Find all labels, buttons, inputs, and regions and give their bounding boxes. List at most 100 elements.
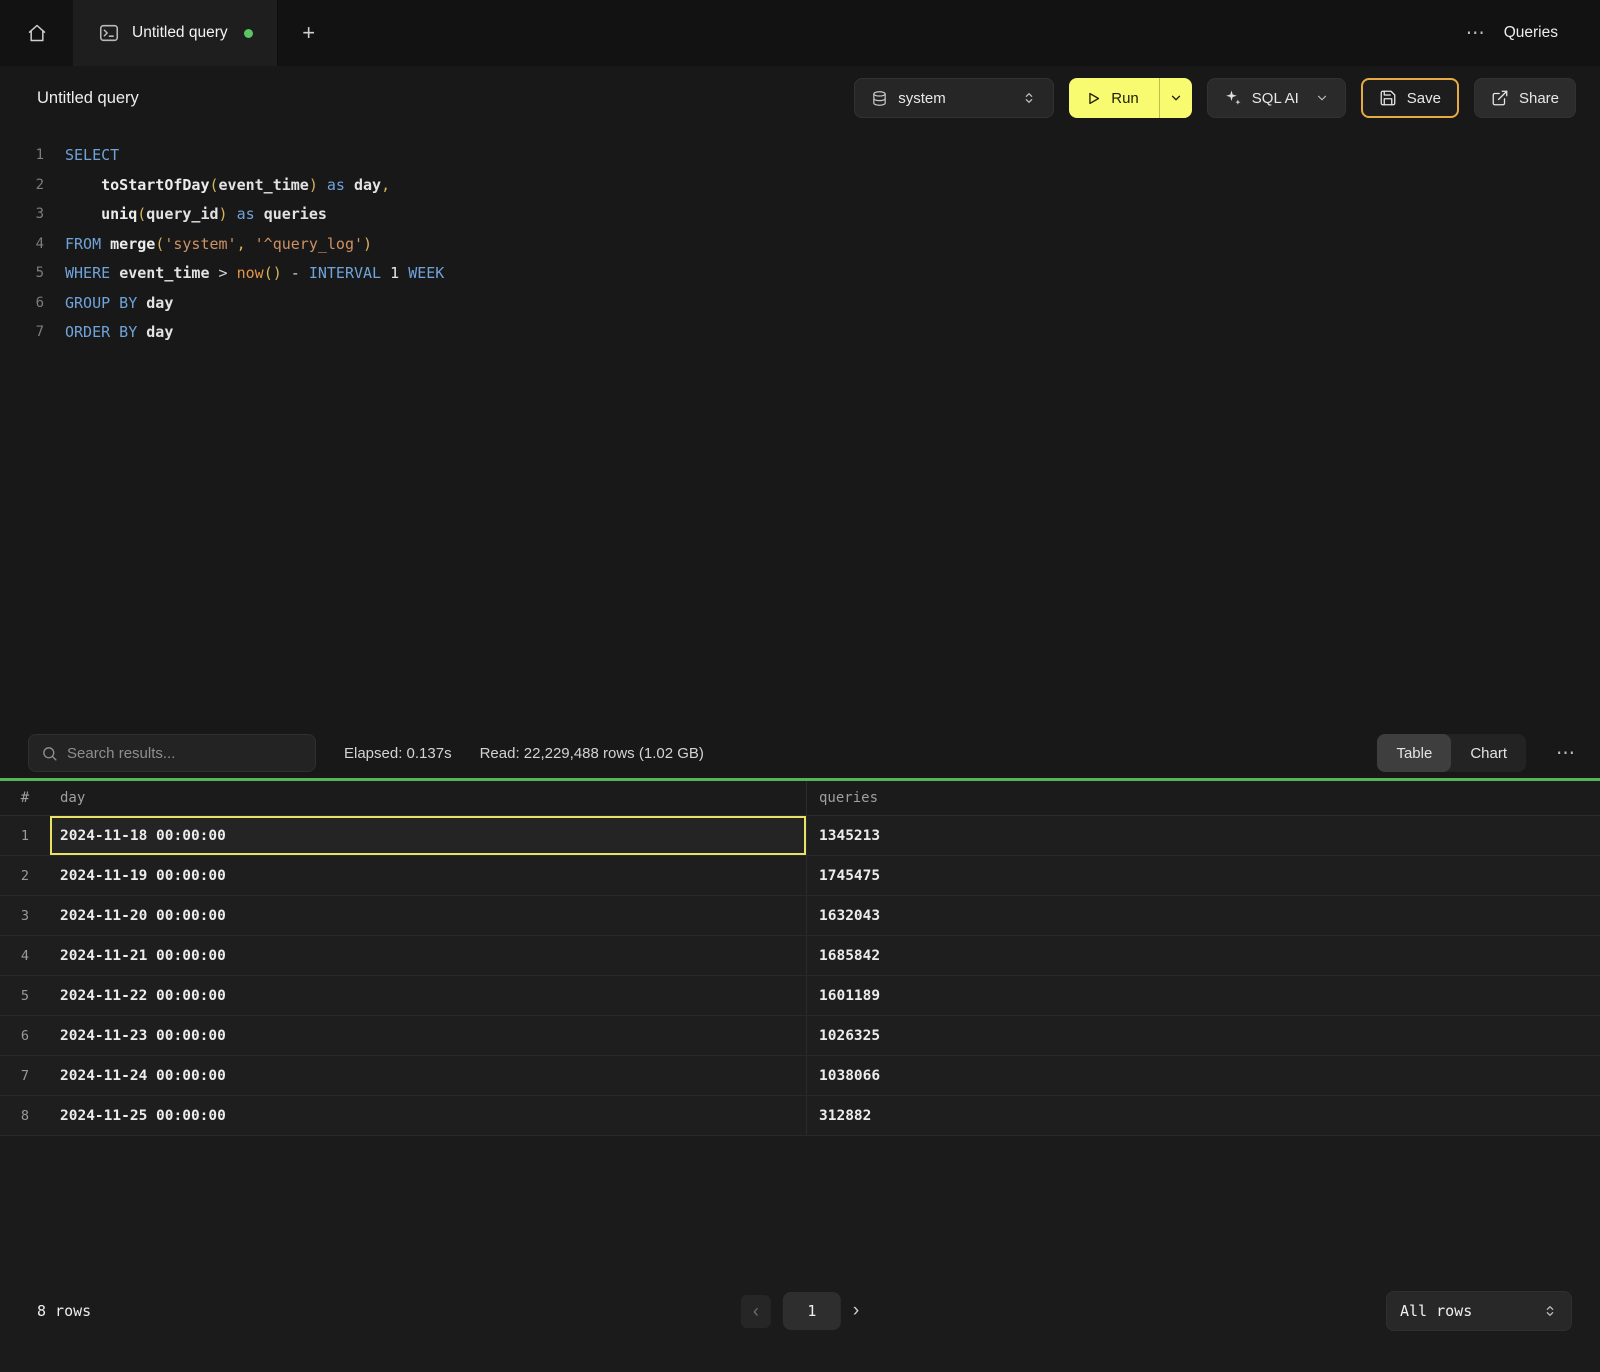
column-header-queries[interactable]: queries [807, 790, 1600, 806]
database-selector-value: system [898, 90, 946, 107]
results-footer: 8 rows ‹ 1 › All rows [0, 1276, 1600, 1372]
cell-day[interactable]: 2024-11-22 00:00:00 [50, 976, 807, 1015]
save-button-label: Save [1407, 90, 1441, 107]
cell-queries[interactable]: 1685842 [807, 948, 1600, 964]
chevron-down-icon [1169, 91, 1183, 105]
table-row: 52024-11-22 00:00:001601189 [0, 976, 1600, 1016]
share-button[interactable]: Share [1474, 78, 1576, 118]
share-icon [1491, 89, 1509, 107]
cell-day[interactable]: 2024-11-19 00:00:00 [50, 856, 807, 895]
code-line[interactable]: 5WHERE event_time > now() - INTERVAL 1 W… [0, 259, 1600, 289]
code-text: uniq(query_id) as queries [44, 200, 327, 230]
search-results-box [28, 734, 316, 772]
table-row: 22024-11-19 00:00:001745475 [0, 856, 1600, 896]
row-number: 3 [0, 908, 50, 924]
code-line[interactable]: 7ORDER BY day [0, 318, 1600, 348]
chart-view-tab[interactable]: Chart [1451, 734, 1526, 772]
prev-page-button[interactable]: ‹ [741, 1295, 771, 1328]
grid-filler [0, 1136, 1600, 1276]
cell-day[interactable]: 2024-11-24 00:00:00 [50, 1056, 807, 1095]
cell-queries[interactable]: 1038066 [807, 1068, 1600, 1084]
cell-queries[interactable]: 312882 [807, 1108, 1600, 1124]
run-button-label: Run [1111, 90, 1139, 107]
grid-body: 12024-11-18 00:00:001345213 22024-11-19 0… [0, 816, 1600, 1136]
toolbar-controls: system Run [854, 78, 1576, 118]
tabbar-right: ⋯ Queries [1466, 0, 1600, 66]
results-grid: # day queries 12024-11-18 00:00:00134521… [0, 781, 1600, 1372]
code-text: FROM merge('system', '^query_log') [44, 230, 372, 260]
save-button[interactable]: Save [1361, 78, 1459, 118]
sql-ai-button[interactable]: SQL AI [1207, 78, 1346, 118]
code-text: toStartOfDay(event_time) as day, [44, 171, 390, 201]
grid-header: # day queries [0, 781, 1600, 816]
code-text: SELECT [44, 141, 119, 171]
chevron-down-icon [1315, 91, 1329, 105]
line-number: 4 [0, 230, 44, 260]
search-results-input[interactable] [67, 745, 303, 762]
database-selector[interactable]: system [854, 78, 1054, 118]
page-size-selector[interactable]: All rows [1386, 1291, 1572, 1331]
run-options-button[interactable] [1159, 78, 1192, 118]
cell-queries[interactable]: 1745475 [807, 868, 1600, 884]
code-line[interactable]: 3 uniq(query_id) as queries [0, 200, 1600, 230]
cell-queries[interactable]: 1632043 [807, 908, 1600, 924]
tab-label: Untitled query [132, 24, 228, 42]
table-view-tab[interactable]: Table [1377, 734, 1451, 772]
save-icon [1379, 89, 1397, 107]
line-number: 2 [0, 171, 44, 201]
column-header-day[interactable]: day [50, 781, 807, 815]
row-number: 1 [0, 828, 50, 844]
sparkles-icon [1224, 89, 1242, 107]
cell-queries[interactable]: 1345213 [807, 828, 1600, 844]
results-more-button[interactable]: ⋯ [1556, 742, 1576, 765]
pagination: ‹ 1 › [741, 1292, 859, 1330]
new-tab-button[interactable]: + [278, 0, 340, 66]
queries-link[interactable]: Queries [1504, 24, 1558, 42]
read-stat: Read: 22,229,488 rows (1.02 GB) [480, 745, 704, 762]
home-icon [27, 23, 47, 43]
sql-ai-label: SQL AI [1252, 90, 1299, 107]
updown-chevrons-icon [1542, 1303, 1558, 1319]
view-toggle: Table Chart [1377, 734, 1526, 772]
cell-queries[interactable]: 1026325 [807, 1028, 1600, 1044]
cell-queries[interactable]: 1601189 [807, 988, 1600, 1004]
tabbar-more-button[interactable]: ⋯ [1466, 22, 1486, 45]
elapsed-stat: Elapsed: 0.137s [344, 745, 452, 762]
home-button[interactable] [0, 0, 74, 66]
cell-day[interactable]: 2024-11-23 00:00:00 [50, 1016, 807, 1055]
sql-editor[interactable]: 1SELECT2 toStartOfDay(event_time) as day… [0, 130, 1600, 728]
cell-day[interactable]: 2024-11-25 00:00:00 [50, 1096, 807, 1135]
results-toolbar: Elapsed: 0.137s Read: 22,229,488 rows (1… [0, 728, 1600, 778]
row-number: 8 [0, 1108, 50, 1124]
table-row: 72024-11-24 00:00:001038066 [0, 1056, 1600, 1096]
line-number: 6 [0, 289, 44, 319]
row-number: 2 [0, 868, 50, 884]
code-line[interactable]: 1SELECT [0, 141, 1600, 171]
terminal-icon [98, 22, 120, 44]
share-button-label: Share [1519, 90, 1559, 107]
cell-day[interactable]: 2024-11-18 00:00:00 [50, 816, 807, 855]
table-row: 42024-11-21 00:00:001685842 [0, 936, 1600, 976]
code-lines: 1SELECT2 toStartOfDay(event_time) as day… [0, 141, 1600, 348]
current-page-button[interactable]: 1 [783, 1292, 841, 1330]
table-row: 32024-11-20 00:00:001632043 [0, 896, 1600, 936]
code-line[interactable]: 2 toStartOfDay(event_time) as day, [0, 171, 1600, 201]
code-text: GROUP BY day [44, 289, 173, 319]
query-toolbar: Untitled query system Run [0, 66, 1600, 130]
cell-day[interactable]: 2024-11-20 00:00:00 [50, 896, 807, 935]
row-number: 7 [0, 1068, 50, 1084]
run-button-group: Run [1069, 78, 1192, 118]
code-line[interactable]: 6GROUP BY day [0, 289, 1600, 319]
line-number: 1 [0, 141, 44, 171]
row-number: 6 [0, 1028, 50, 1044]
row-number: 5 [0, 988, 50, 1004]
code-text: WHERE event_time > now() - INTERVAL 1 WE… [44, 259, 444, 289]
column-header-index[interactable]: # [0, 790, 50, 806]
unsaved-changes-dot [244, 29, 253, 38]
run-button[interactable]: Run [1069, 78, 1159, 118]
tab-untitled-query[interactable]: Untitled query [74, 0, 278, 66]
next-page-button[interactable]: › [853, 1300, 859, 1322]
cell-day[interactable]: 2024-11-21 00:00:00 [50, 936, 807, 975]
code-line[interactable]: 4FROM merge('system', '^query_log') [0, 230, 1600, 260]
page-size-value: All rows [1400, 1302, 1472, 1320]
